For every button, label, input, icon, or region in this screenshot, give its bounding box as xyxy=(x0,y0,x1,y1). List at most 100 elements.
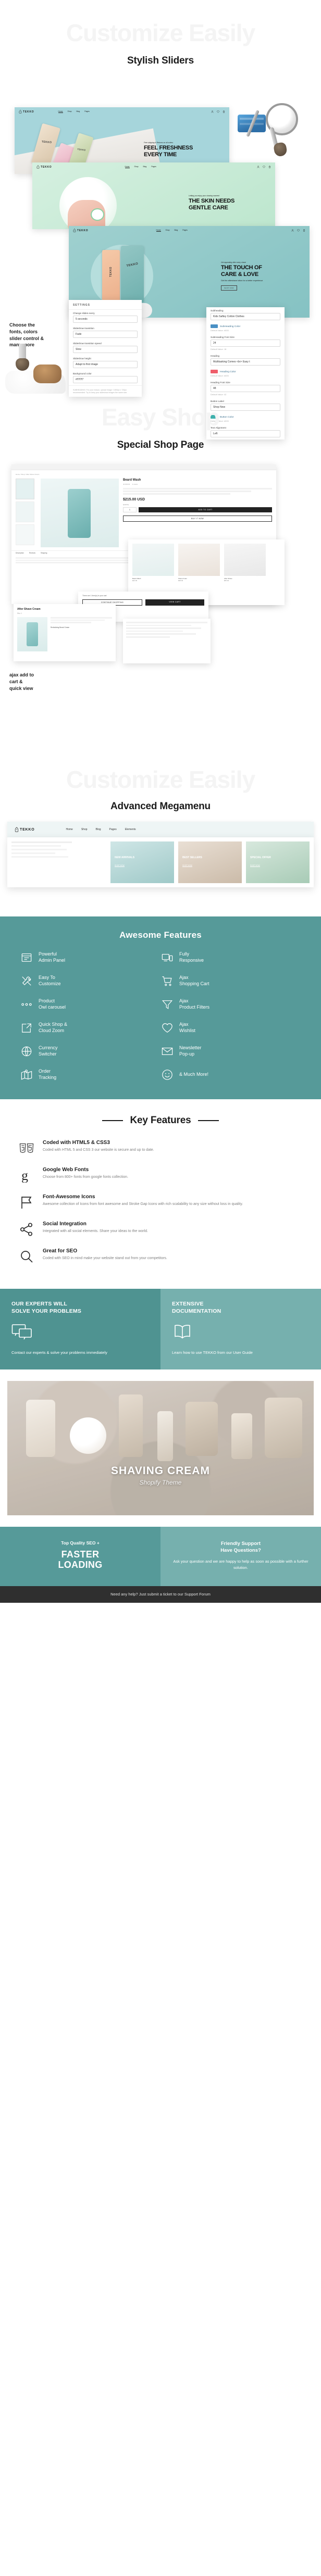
add-to-cart-button[interactable]: ADD TO CART xyxy=(139,507,272,513)
quickview-mock[interactable]: After Shave Cream Sku: 1 Revitalizing Be… xyxy=(14,604,116,661)
key-features-header: Key Features xyxy=(0,1099,321,1140)
menu-home-2[interactable]: Home xyxy=(125,166,130,168)
mock-menu-3[interactable]: Home Shop Blog Pages xyxy=(156,229,188,232)
menu-home-1[interactable]: Home xyxy=(58,110,63,113)
cust-row-subheading-color[interactable]: SubHeading Color Default Value: #000 xyxy=(206,322,285,334)
product-main-image[interactable] xyxy=(41,479,119,547)
megamenu-links[interactable]: Home Shop Blog Pages Elements xyxy=(66,828,136,831)
menu-pages-3[interactable]: Pages xyxy=(182,229,188,232)
account-icon[interactable] xyxy=(211,110,214,113)
account-icon[interactable] xyxy=(257,166,260,168)
account-icon[interactable] xyxy=(291,229,294,232)
mock-icons-1[interactable] xyxy=(211,110,225,113)
key-feature-heading-3: Social Integration xyxy=(43,1221,87,1227)
footer-text[interactable]: Need any help? Just submit a ticket to o… xyxy=(110,1592,211,1597)
cust-input-subheading-size[interactable]: 24 xyxy=(211,340,280,347)
mock-nav-1: TEKKO Home Shop Blog Pages xyxy=(15,107,229,116)
megamenu-card-1-cta[interactable]: SHOP NOW xyxy=(115,864,125,867)
cart-bag-icon[interactable] xyxy=(223,110,225,113)
chat-icon xyxy=(11,1323,149,1342)
slide-copy-1: Free shipping & Returns on all orders FE… xyxy=(144,142,227,158)
key-feature-heading-2: Font-Awesome Icons xyxy=(43,1194,95,1200)
product-thumbs[interactable] xyxy=(16,479,36,547)
cust-label-heading: Heading xyxy=(211,355,220,357)
mock-menu-2[interactable]: Home Shop Blog Pages xyxy=(125,166,156,168)
settings-select-speed[interactable]: Slow xyxy=(73,346,138,353)
megamenu-card-2[interactable]: BEST SELLERS SHOP NOW xyxy=(178,841,242,883)
banner-brush xyxy=(265,1397,302,1458)
product-detail-mock[interactable] xyxy=(123,619,211,663)
mock-icons-3[interactable] xyxy=(291,229,305,232)
cust-row-heading-size[interactable]: Heading Font Size 48 Default Value: 42 xyxy=(206,379,285,398)
megamenu-link-home[interactable]: Home xyxy=(66,828,73,831)
tab-description[interactable]: Description xyxy=(16,552,24,554)
menu-blog-1[interactable]: Blog xyxy=(76,110,80,113)
cust-row-subheading[interactable]: Subheading Kids Saftey Cotton Clothes xyxy=(206,307,285,322)
footer-bar[interactable]: Need any help? Just submit a ticket to o… xyxy=(0,1586,321,1603)
feature-label-1: Fully Responsive xyxy=(179,951,204,963)
seo-kicker: Top Quality SEO + xyxy=(61,1540,100,1545)
wishlist-heart-icon[interactable] xyxy=(263,166,265,168)
settings-row-bgcolor[interactable]: Background color #f7f7f7 xyxy=(69,370,142,385)
megamenu-bar[interactable]: TEKKO Home Shop Blog Pages Elements xyxy=(7,822,314,837)
menu-shop-1[interactable]: Shop xyxy=(68,110,72,113)
megamenu-card-3-cta[interactable]: SHOP NOW xyxy=(250,864,260,867)
slider-settings-panel[interactable]: SETTINGS Change slides every 5 seconds S… xyxy=(69,300,142,397)
cust-row-subheading-size[interactable]: SubHeading Font Size 24 Default Value: 1… xyxy=(206,334,285,353)
settings-select-height[interactable]: Adapt to first image xyxy=(73,361,138,368)
megamenu-link-elements[interactable]: Elements xyxy=(125,828,136,831)
settings-row-height[interactable]: Slideshow height Adapt to first image xyxy=(69,355,142,370)
settings-select-interval[interactable]: 5 seconds xyxy=(73,316,138,323)
megamenu-card-2-cta[interactable]: SHOP NOW xyxy=(182,864,192,867)
smiley-icon xyxy=(160,1068,174,1082)
settings-input-bgcolor[interactable]: #f7f7f7 xyxy=(73,376,138,383)
cust-input-heading[interactable]: Multitasking Comes <br> Easy t xyxy=(211,358,280,366)
related-product-3[interactable]: After Shave $55.00 xyxy=(224,544,266,582)
settings-select-transition[interactable]: Fade xyxy=(73,331,138,338)
megamenu-card-1[interactable]: NEW ARRIVALS SHOP NOW xyxy=(110,841,174,883)
cust-row-heading[interactable]: Heading Multitasking Comes <br> Easy t xyxy=(206,353,285,368)
cust-label-heading-color: Heading Color xyxy=(220,370,236,373)
cart-bag-icon[interactable] xyxy=(303,229,305,232)
settings-row-speed[interactable]: Slideshow transition speed Slow xyxy=(69,340,142,355)
megamenu-link-pages[interactable]: Pages xyxy=(109,828,117,831)
menu-shop-2[interactable]: Shop xyxy=(134,166,139,168)
slide-shop-now-button[interactable]: SHOP NOW xyxy=(221,285,237,291)
megamenu-brand: TEKKO xyxy=(15,827,35,832)
feature-label-8: Currency Switcher xyxy=(39,1045,58,1057)
menu-blog-3[interactable]: Blog xyxy=(174,229,178,232)
wishlist-heart-icon[interactable] xyxy=(297,229,300,232)
menu-pages-1[interactable]: Pages xyxy=(84,110,90,113)
cust-row-heading-color[interactable]: Heading Color Default Value: #000 xyxy=(206,368,285,379)
buy-now-button[interactable]: BUY IT NOW xyxy=(123,516,272,522)
menu-blog-2[interactable]: Blog xyxy=(143,166,146,168)
mock-icons-2[interactable] xyxy=(257,166,271,168)
menu-shop-3[interactable]: Shop xyxy=(166,229,170,232)
quickview-image[interactable] xyxy=(17,617,47,651)
slider-mock-2[interactable]: TEKKO Home Shop Blog Pages Letting you e… xyxy=(32,162,275,229)
slide-copy-3: Get appealing after every shave THE TOUC… xyxy=(221,261,310,291)
megamenu-link-blog[interactable]: Blog xyxy=(96,828,101,831)
view-cart-button[interactable]: VIEW CART xyxy=(145,599,204,606)
menu-pages-2[interactable]: Pages xyxy=(151,166,156,168)
cart-bag-icon[interactable] xyxy=(268,166,271,168)
mock-menu-1[interactable]: Home Shop Blog Pages xyxy=(58,110,90,113)
megamenu-link-shop[interactable]: Shop xyxy=(81,828,88,831)
wishlist-heart-icon[interactable] xyxy=(217,110,219,113)
tab-reviews[interactable]: Reviews xyxy=(29,552,35,554)
feature-label-3: Ajax Shopping Cart xyxy=(179,975,209,986)
qty-stepper[interactable]: 1 xyxy=(123,507,137,513)
megamenu-card-3[interactable]: SPECIAL OFFER SHOP NOW xyxy=(246,841,310,883)
color-swatch-subheading[interactable] xyxy=(211,324,218,328)
settings-row-transition[interactable]: Slideshow transition Fade xyxy=(69,325,142,340)
cust-input-heading-size[interactable]: 48 xyxy=(211,385,280,392)
color-swatch-heading[interactable] xyxy=(211,370,218,373)
menu-home-3[interactable]: Home xyxy=(156,229,161,232)
related-product-2[interactable]: Shave Foam $38.00 xyxy=(178,544,220,582)
tab-shipping[interactable]: Shipping xyxy=(41,552,47,554)
megamenu-dropdown[interactable]: NEW ARRIVALS SHOP NOW BEST SELLERS SHOP … xyxy=(7,837,314,887)
settings-row-interval[interactable]: Change slides every 5 seconds xyxy=(69,310,142,325)
megamenu-column-links[interactable] xyxy=(11,841,106,883)
cust-input-subheading[interactable]: Kids Saftey Cotton Clothes xyxy=(211,313,280,320)
related-product-1[interactable]: Beard Wash $42.00 xyxy=(132,544,174,582)
